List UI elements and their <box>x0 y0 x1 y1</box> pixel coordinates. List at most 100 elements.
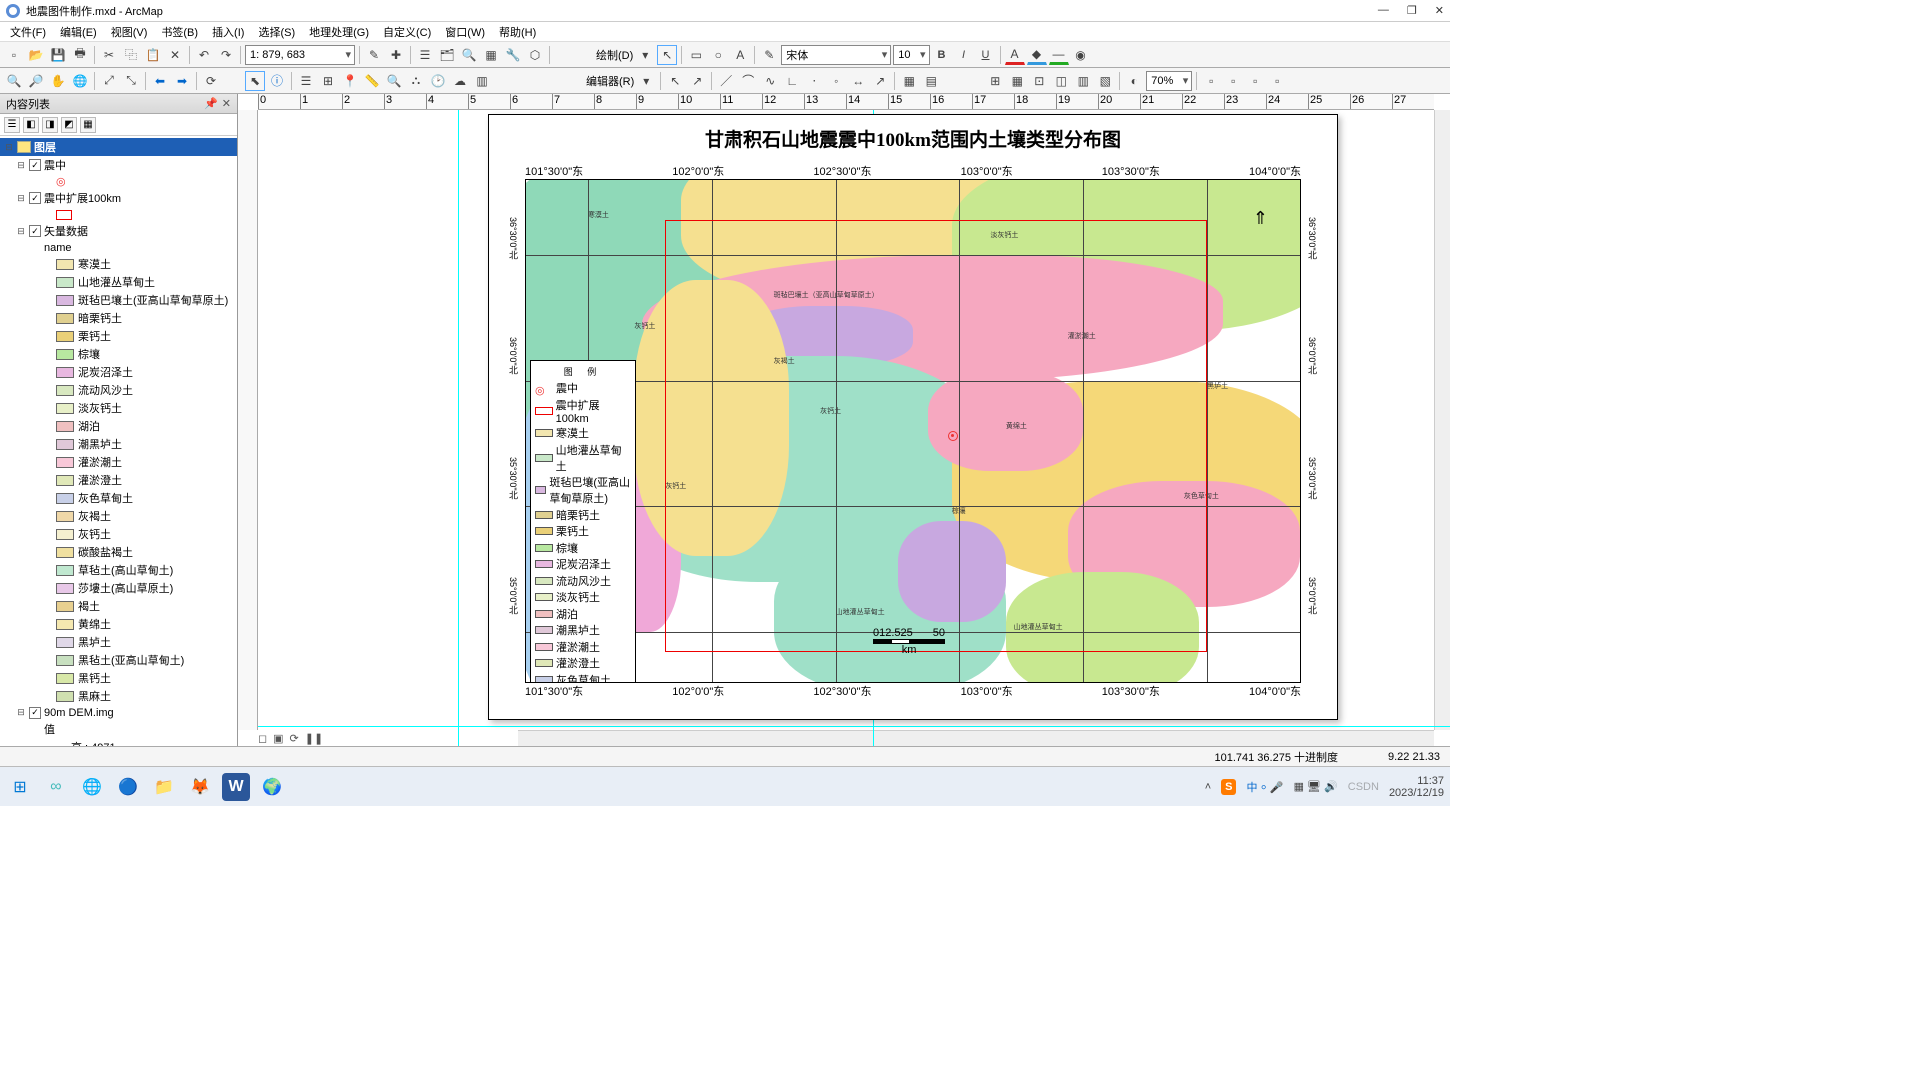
arc-icon[interactable]: ⌒ <box>738 71 758 91</box>
north-arrow[interactable]: ⇑ <box>1253 208 1268 229</box>
ime-lang[interactable]: 中 ⸰ 🎤 <box>1246 779 1283 795</box>
refresh-icon[interactable]: ⟳ <box>201 71 221 91</box>
list-visibility-icon[interactable]: ◨ <box>42 117 58 133</box>
marker-color-icon[interactable]: ◉ <box>1071 45 1091 65</box>
close-button[interactable]: ✕ <box>1435 4 1444 17</box>
draw-dropdown-icon[interactable]: ▾ <box>635 45 655 65</box>
rectangle-icon[interactable]: ▭ <box>686 45 706 65</box>
menu-item[interactable]: 编辑(E) <box>54 22 103 42</box>
font-combo[interactable]: 宋体 <box>781 45 891 65</box>
georef-6-icon[interactable]: ▧ <box>1095 71 1115 91</box>
tray-time[interactable]: 11:37 <box>1389 775 1444 787</box>
fixed-zoomout-icon[interactable]: ⤡ <box>121 71 141 91</box>
identify-icon[interactable]: ☰ <box>296 71 316 91</box>
options-icon[interactable]: ▦ <box>80 117 96 133</box>
edit-tool-icon[interactable]: ↖ <box>665 71 685 91</box>
refresh-view-icon[interactable]: ⟳ <box>290 732 299 745</box>
bold-icon[interactable]: B <box>932 45 952 65</box>
undo-icon[interactable]: ↶ <box>194 45 214 65</box>
map-frame[interactable]: 101°30'0"东102°0'0"东102°30'0"东103°0'0"东10… <box>503 157 1323 705</box>
menu-item[interactable]: 地理处理(G) <box>303 22 375 42</box>
paste-icon[interactable]: 📋 <box>143 45 163 65</box>
layout-view-tab[interactable]: ▣ <box>273 732 283 745</box>
search-icon[interactable]: 🔍 <box>459 45 479 65</box>
print-icon[interactable]: 🖶 <box>70 45 90 65</box>
tray-net-icon[interactable]: ▦ 🖥 🔊 <box>1294 780 1338 793</box>
edit-vertices-icon[interactable]: ✎ <box>759 45 779 65</box>
menu-item[interactable]: 自定义(C) <box>377 22 437 42</box>
transparency-combo[interactable]: 70% <box>1146 71 1192 91</box>
html-popup-icon[interactable]: ☁ <box>450 71 470 91</box>
text-icon[interactable]: A <box>730 45 750 65</box>
model-icon[interactable]: ⬡ <box>525 45 545 65</box>
xy-icon[interactable]: ⛬ <box>406 71 426 91</box>
forward-icon[interactable]: ➡ <box>172 71 192 91</box>
map-title[interactable]: 甘肃积石山地震震中100km范围内土壤类型分布图 <box>489 115 1337 156</box>
direction-icon[interactable]: ↗ <box>870 71 890 91</box>
locate-icon[interactable]: 📍 <box>340 71 360 91</box>
right-angle-icon[interactable]: ∟ <box>782 71 802 91</box>
edge-icon[interactable]: 🔵 <box>114 773 142 801</box>
cut-icon[interactable]: ✂ <box>99 45 119 65</box>
trace-icon[interactable]: ∿ <box>760 71 780 91</box>
data-view-tab[interactable]: ◻ <box>258 732 267 745</box>
list-drawing-order-icon[interactable]: ☰ <box>4 117 20 133</box>
full-extent-icon[interactable]: 🌐 <box>70 71 90 91</box>
minimize-button[interactable]: — <box>1378 4 1389 17</box>
measure-icon[interactable]: 📏 <box>362 71 382 91</box>
menu-item[interactable]: 窗口(W) <box>439 22 491 42</box>
view-tabs[interactable]: ◻ ▣ ⟳ ❚❚ <box>258 730 323 746</box>
new-icon[interactable]: ▫ <box>4 45 24 65</box>
guide-v1[interactable] <box>458 110 459 746</box>
toc-icon[interactable]: ☰ <box>415 45 435 65</box>
georef-4-icon[interactable]: ◫ <box>1051 71 1071 91</box>
tray-date[interactable]: 2023/12/19 <box>1389 787 1444 799</box>
georef-2-icon[interactable]: ▦ <box>1007 71 1027 91</box>
layout-zoomin-icon[interactable]: ▫ <box>1201 71 1221 91</box>
maximize-button[interactable]: ❐ <box>1407 4 1417 17</box>
midpoint-icon[interactable]: ⋅ <box>804 71 824 91</box>
pan-icon[interactable]: ✋ <box>48 71 68 91</box>
find-icon[interactable]: ⊞ <box>318 71 338 91</box>
underline-icon[interactable]: U <box>976 45 996 65</box>
select-element-icon[interactable]: ↖ <box>657 45 677 65</box>
editor-dropdown-icon[interactable]: ▾ <box>636 71 656 91</box>
editor-toolbar-icon[interactable]: ✎ <box>364 45 384 65</box>
distance-icon[interactable]: ↔ <box>848 71 868 91</box>
zoom-in-icon[interactable]: 🔍 <box>4 71 24 91</box>
create-features-icon[interactable]: ▤ <box>921 71 941 91</box>
scale-bar[interactable]: 012.52550 km <box>873 627 945 656</box>
toc-close-icon[interactable]: ✕ <box>222 97 231 110</box>
list-selection-icon[interactable]: ◩ <box>61 117 77 133</box>
tray-up-icon[interactable]: ˄ <box>1205 781 1211 793</box>
georef-icon[interactable]: ⊞ <box>985 71 1005 91</box>
pin-icon[interactable]: 📌 <box>204 97 218 110</box>
data-frame[interactable]: 寒漠土 灰钙土 斑毡巴壤土（亚高山草甸草原土） 淡灰钙土 灰褐土 灰钙土 黄绵土… <box>525 179 1301 683</box>
zoom-out-icon[interactable]: 🔎 <box>26 71 46 91</box>
ime-icon[interactable]: S <box>1221 779 1236 795</box>
effects-icon[interactable]: ◐ <box>1124 71 1144 91</box>
pause-draw-icon[interactable]: ❚❚ <box>305 732 323 745</box>
menu-item[interactable]: 帮助(H) <box>493 22 542 42</box>
fill-color-icon[interactable]: ◆ <box>1027 45 1047 65</box>
fixed-zoomin-icon[interactable]: ⤢ <box>99 71 119 91</box>
circle-icon[interactable]: ○ <box>708 45 728 65</box>
menu-item[interactable]: 插入(I) <box>206 22 250 42</box>
explorer-icon[interactable]: 📁 <box>150 773 178 801</box>
layout-view[interactable]: 0123456789101112131415161718192021222324… <box>238 94 1450 746</box>
arcmap-task-icon[interactable]: 🌍 <box>258 773 286 801</box>
redo-icon[interactable]: ↷ <box>216 45 236 65</box>
scrollbar-horizontal[interactable] <box>518 730 1434 746</box>
layout-zoomout-icon[interactable]: ▫ <box>1223 71 1243 91</box>
app-icon-1[interactable]: ∞ <box>42 773 70 801</box>
python-icon[interactable]: ▦ <box>481 45 501 65</box>
font-color-icon[interactable]: A <box>1005 45 1025 65</box>
list-source-icon[interactable]: ◧ <box>23 117 39 133</box>
open-icon[interactable]: 📂 <box>26 45 46 65</box>
georef-5-icon[interactable]: ▥ <box>1073 71 1093 91</box>
menu-item[interactable]: 文件(F) <box>4 22 52 42</box>
menu-item[interactable]: 视图(V) <box>105 22 154 42</box>
layout-pan-icon[interactable]: ▫ <box>1245 71 1265 91</box>
toolbox-icon[interactable]: 🔧 <box>503 45 523 65</box>
find-route-icon[interactable]: 🔍 <box>384 71 404 91</box>
